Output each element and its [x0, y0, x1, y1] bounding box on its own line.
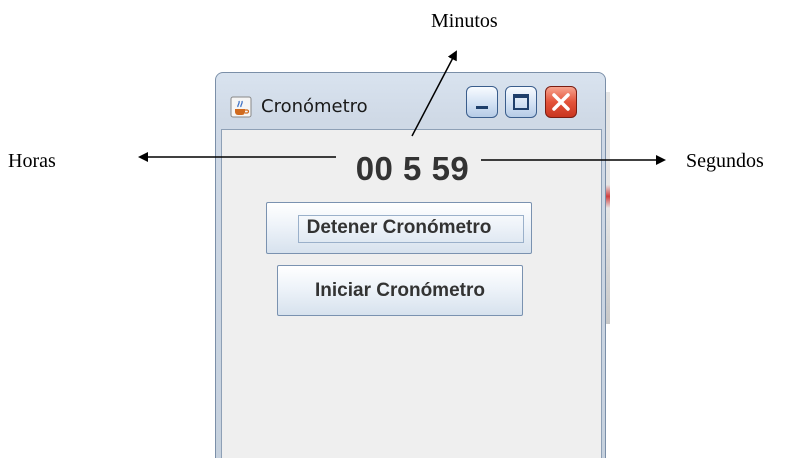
annotation-arrows	[138, 50, 666, 165]
minutes-arrow	[411, 50, 457, 137]
